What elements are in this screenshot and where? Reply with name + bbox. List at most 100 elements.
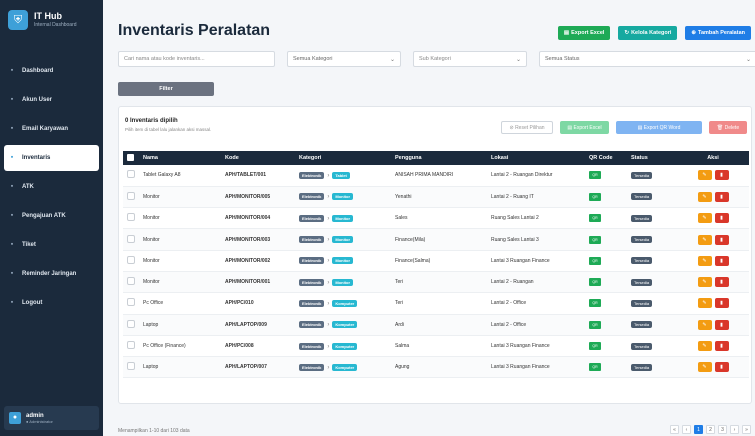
- status-cell: Tersedia: [627, 356, 677, 379]
- category-badge: Elektronik: [299, 214, 325, 222]
- sub-kategori-select[interactable]: Sub Kategori ⌄: [413, 51, 527, 67]
- col-nama: Nama: [139, 151, 221, 165]
- item-name: Monitor: [139, 186, 221, 209]
- qr-code-button[interactable]: QR: [589, 256, 601, 265]
- kategori-select[interactable]: Semua Kategori ⌄: [287, 51, 401, 67]
- kelola-kategori-button[interactable]: ↻ Kelola Kategori: [618, 26, 678, 40]
- item-category: Elektronik › Monitor: [295, 250, 391, 272]
- row-checkbox[interactable]: [123, 228, 139, 251]
- export-qr-label: Export QR Word: [643, 124, 681, 131]
- filter-button[interactable]: Filter: [118, 82, 214, 96]
- tambah-peralatan-button[interactable]: ⊕ Tambah Peralatan: [685, 26, 751, 40]
- sidebar-item-label: Tiket: [22, 242, 36, 248]
- sidebar-nav: ▪ Dashboard ▪ Akun User ▪ Email Karyawan ▪ Inve…: [0, 40, 103, 316]
- sidebar-item-label: Akun User: [22, 97, 53, 103]
- col-kode: Kode: [221, 151, 295, 165]
- inventory-card: 0 Inventaris dipilih Pilih item di tabel…: [118, 106, 752, 404]
- qr-code-button[interactable]: QR: [589, 214, 601, 223]
- mail-icon: ▪: [10, 125, 14, 132]
- status-select[interactable]: Semua Status ⌄: [539, 51, 755, 67]
- sidebar-item-atk[interactable]: ▪ ATK: [0, 174, 103, 200]
- selection-title: 0 Inventaris dipilih: [125, 118, 178, 124]
- action-cell: ✎ ▮: [677, 271, 749, 294]
- delete-button[interactable]: ▮: [714, 277, 729, 288]
- bulk-delete-button[interactable]: 🗑 Delete: [709, 121, 747, 134]
- trash-icon: ▮: [720, 300, 723, 307]
- qr-cell: QR: [585, 314, 627, 336]
- row-checkbox[interactable]: [123, 165, 139, 187]
- page-button[interactable]: 2: [706, 425, 715, 434]
- delete-button[interactable]: ▮: [714, 213, 729, 224]
- sidebar-item-pengajuan-atk[interactable]: ▪ Pengajuan ATK: [0, 203, 103, 229]
- page-button[interactable]: ‹: [682, 425, 691, 434]
- qr-code-button[interactable]: QR: [589, 299, 601, 308]
- edit-button[interactable]: ✎: [697, 255, 712, 266]
- sidebar-item-dashboard[interactable]: ▪ Dashboard: [0, 58, 103, 84]
- page-button[interactable]: «: [670, 425, 679, 434]
- export-excel-button[interactable]: ▤ Export Excel: [557, 26, 611, 40]
- item-user: ANISAH PRIMA MANDIRI: [391, 165, 487, 187]
- edit-button[interactable]: ✎: [697, 298, 712, 309]
- page-button[interactable]: »: [742, 425, 751, 434]
- edit-button[interactable]: ✎: [697, 341, 712, 352]
- status-cell: Tersedia: [627, 271, 677, 294]
- page-button[interactable]: ›: [730, 425, 739, 434]
- page-button[interactable]: 3: [718, 425, 727, 434]
- delete-button[interactable]: ▮: [714, 191, 729, 202]
- sidebar-item-email-karyawan[interactable]: ▪ Email Karyawan: [0, 116, 103, 142]
- user-profile[interactable]: ● admin ● Administrator: [4, 406, 99, 430]
- qr-code-button[interactable]: QR: [589, 363, 601, 372]
- edit-button[interactable]: ✎: [697, 362, 712, 373]
- qr-cell: QR: [585, 271, 627, 294]
- row-checkbox[interactable]: [123, 271, 139, 294]
- row-checkbox[interactable]: [123, 356, 139, 379]
- sidebar-item-reminder-jaringan[interactable]: ▪ Reminder Jaringan: [0, 261, 103, 287]
- edit-button[interactable]: ✎: [697, 191, 712, 202]
- item-name: Monitor: [139, 207, 221, 230]
- item-name: Pc Office (Finance): [139, 335, 221, 358]
- row-checkbox[interactable]: [123, 335, 139, 358]
- brand[interactable]: ⛨ IT Hub Internal Dashboard: [0, 0, 103, 40]
- sidebar: ⛨ IT Hub Internal Dashboard ▪ Dashboard ▪ A…: [0, 0, 103, 436]
- edit-button[interactable]: ✎: [697, 234, 712, 245]
- edit-button[interactable]: ✎: [697, 213, 712, 224]
- row-checkbox[interactable]: [123, 186, 139, 209]
- edit-button[interactable]: ✎: [697, 277, 712, 288]
- ticket-icon: ▪: [10, 241, 14, 248]
- qr-code-button[interactable]: QR: [589, 320, 601, 329]
- delete-button[interactable]: ▮: [714, 255, 729, 266]
- qr-code-button[interactable]: QR: [589, 342, 601, 351]
- delete-button[interactable]: ▮: [714, 170, 729, 181]
- qr-code-button[interactable]: QR: [589, 171, 601, 180]
- category-badge: Elektronik: [299, 278, 325, 286]
- edit-button[interactable]: ✎: [697, 319, 712, 330]
- reset-selection-button[interactable]: ⊘ Reset Pilihan: [501, 121, 553, 134]
- search-input[interactable]: Cari nama atau kode inventaris...: [118, 51, 275, 67]
- export-qr-word-button[interactable]: ▤ Export QR Word: [616, 121, 702, 134]
- row-checkbox[interactable]: [123, 314, 139, 336]
- delete-button[interactable]: ▮: [714, 319, 729, 330]
- delete-button[interactable]: ▮: [714, 234, 729, 245]
- export-excel-label: Export Excel: [571, 30, 605, 36]
- delete-button[interactable]: ▮: [714, 298, 729, 309]
- qr-code-button[interactable]: QR: [589, 278, 601, 287]
- delete-button[interactable]: ▮: [714, 341, 729, 352]
- qr-code-button[interactable]: QR: [589, 192, 601, 201]
- page-button[interactable]: 1: [694, 425, 703, 434]
- sidebar-item-logout[interactable]: ▪ Logout: [0, 290, 103, 316]
- delete-button[interactable]: ▮: [714, 362, 729, 373]
- sidebar-item-label: Email Karyawan: [22, 126, 69, 132]
- pencil-icon: ✎: [702, 215, 707, 222]
- sidebar-item-tiket[interactable]: ▪ Tiket: [0, 232, 103, 258]
- row-checkbox[interactable]: [123, 207, 139, 230]
- sidebar-item-akun-user[interactable]: ▪ Akun User: [0, 87, 103, 113]
- sidebar-item-inventaris[interactable]: ▪ Inventaris: [4, 145, 99, 171]
- select-all-checkbox[interactable]: [123, 151, 139, 165]
- bulk-export-excel-button[interactable]: ▤ Export Excel: [560, 121, 609, 134]
- row-checkbox[interactable]: [123, 250, 139, 272]
- edit-button[interactable]: ✎: [697, 170, 712, 181]
- qr-code-button[interactable]: QR: [589, 235, 601, 244]
- row-checkbox[interactable]: [123, 292, 139, 315]
- table-row: Monitor APH/MONITOR/002 Elektronik › Monitor…: [123, 250, 749, 272]
- trash-icon: ▮: [720, 321, 723, 328]
